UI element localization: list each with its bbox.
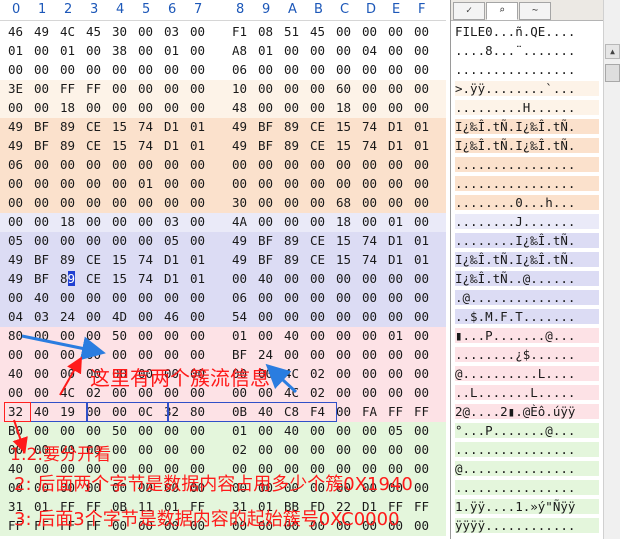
red-arrow-up <box>59 356 82 396</box>
annotation-split: 1:2:要分开看 <box>10 445 112 465</box>
blue-arrow-left <box>21 334 106 361</box>
annotation-start: 3: 后面3个字节是数据内容的起始簇号0XC0000 <box>14 509 400 530</box>
annotation-two-runs: 这里有两个簇流信息 <box>90 366 270 390</box>
annotation-length: 2: 后面两个字节是数据内容占用多少个簇0X1940 <box>14 474 413 495</box>
blue-arrow-right <box>265 363 298 394</box>
